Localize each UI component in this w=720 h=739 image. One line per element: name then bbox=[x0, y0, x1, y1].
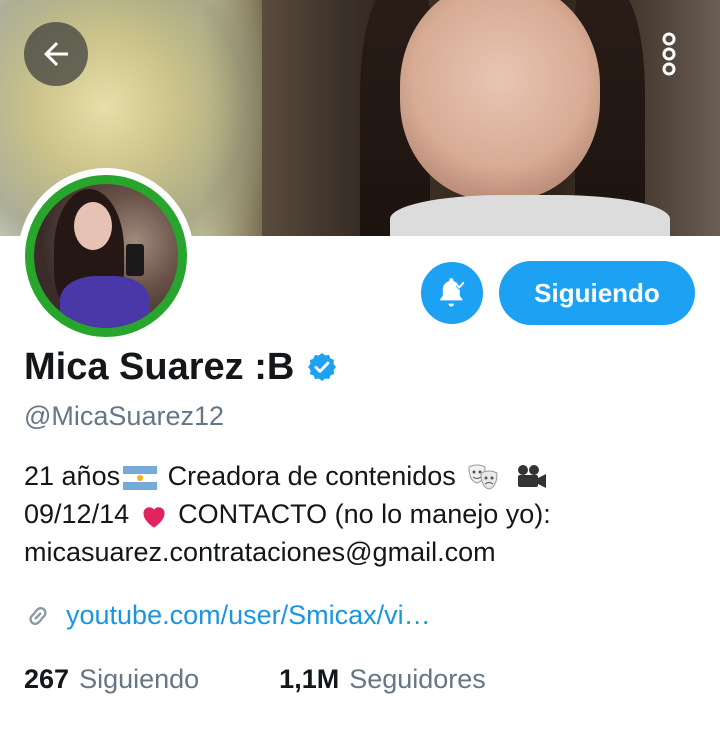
bio-line-1: 21 años Creadora de contenidos bbox=[24, 457, 704, 495]
avatar[interactable] bbox=[25, 175, 187, 337]
bio-date: 09/12/14 bbox=[24, 499, 130, 529]
following-button[interactable]: Siguiendo bbox=[499, 261, 695, 325]
profile-bio: 21 años Creadora de contenidos 09/12/14 … bbox=[24, 457, 704, 571]
profile-link[interactable]: youtube.com/user/Smicax/vi… bbox=[66, 600, 431, 631]
bio-line-3: micasuarez.contrataciones@gmail.com bbox=[24, 537, 496, 567]
arrow-left-icon bbox=[44, 42, 68, 66]
following-stat[interactable]: 267 Siguiendo bbox=[24, 664, 199, 695]
argentina-flag-icon bbox=[123, 465, 158, 490]
movie-camera-icon bbox=[517, 464, 546, 488]
more-vertical-icon bbox=[662, 32, 676, 76]
bell-check-icon bbox=[440, 278, 466, 307]
avatar-photo bbox=[34, 184, 178, 328]
avatar-face bbox=[74, 202, 112, 250]
followers-count: 1,1M bbox=[279, 664, 340, 694]
more-options-button[interactable] bbox=[644, 22, 694, 86]
followers-label: Seguidores bbox=[349, 664, 486, 694]
notifications-button[interactable] bbox=[421, 262, 483, 324]
avatar-phone bbox=[126, 244, 144, 276]
avatar-container[interactable] bbox=[18, 168, 194, 344]
following-label: Siguiendo bbox=[79, 664, 200, 694]
following-count: 267 bbox=[24, 664, 70, 694]
avatar-top bbox=[60, 276, 150, 328]
followers-stat[interactable]: 1,1M Seguidores bbox=[279, 664, 486, 695]
red-heart-icon bbox=[143, 507, 165, 528]
profile-name: Mica Suarez :B bbox=[24, 345, 295, 388]
name-row: Mica Suarez :B bbox=[24, 342, 338, 392]
theater-masks-icon bbox=[468, 464, 498, 490]
banner-collar bbox=[390, 195, 670, 236]
bio-line-2: 09/12/14 CONTACTO (no lo manejo yo): bbox=[24, 495, 704, 533]
banner-face bbox=[400, 0, 600, 200]
back-button[interactable] bbox=[24, 22, 88, 86]
profile-link-row[interactable]: youtube.com/user/Smicax/vi… bbox=[24, 600, 431, 631]
bio-contact: CONTACTO (no lo manejo yo): bbox=[178, 499, 551, 529]
bio-age: 21 años bbox=[24, 461, 121, 491]
verified-badge-icon bbox=[308, 353, 337, 381]
profile-handle: @MicaSuarez12 bbox=[24, 401, 224, 431]
link-icon bbox=[29, 606, 47, 625]
profile-stats: 267 Siguiendo 1,1M Seguidores bbox=[24, 664, 566, 695]
bio-role: Creadora de contenidos bbox=[167, 461, 456, 491]
